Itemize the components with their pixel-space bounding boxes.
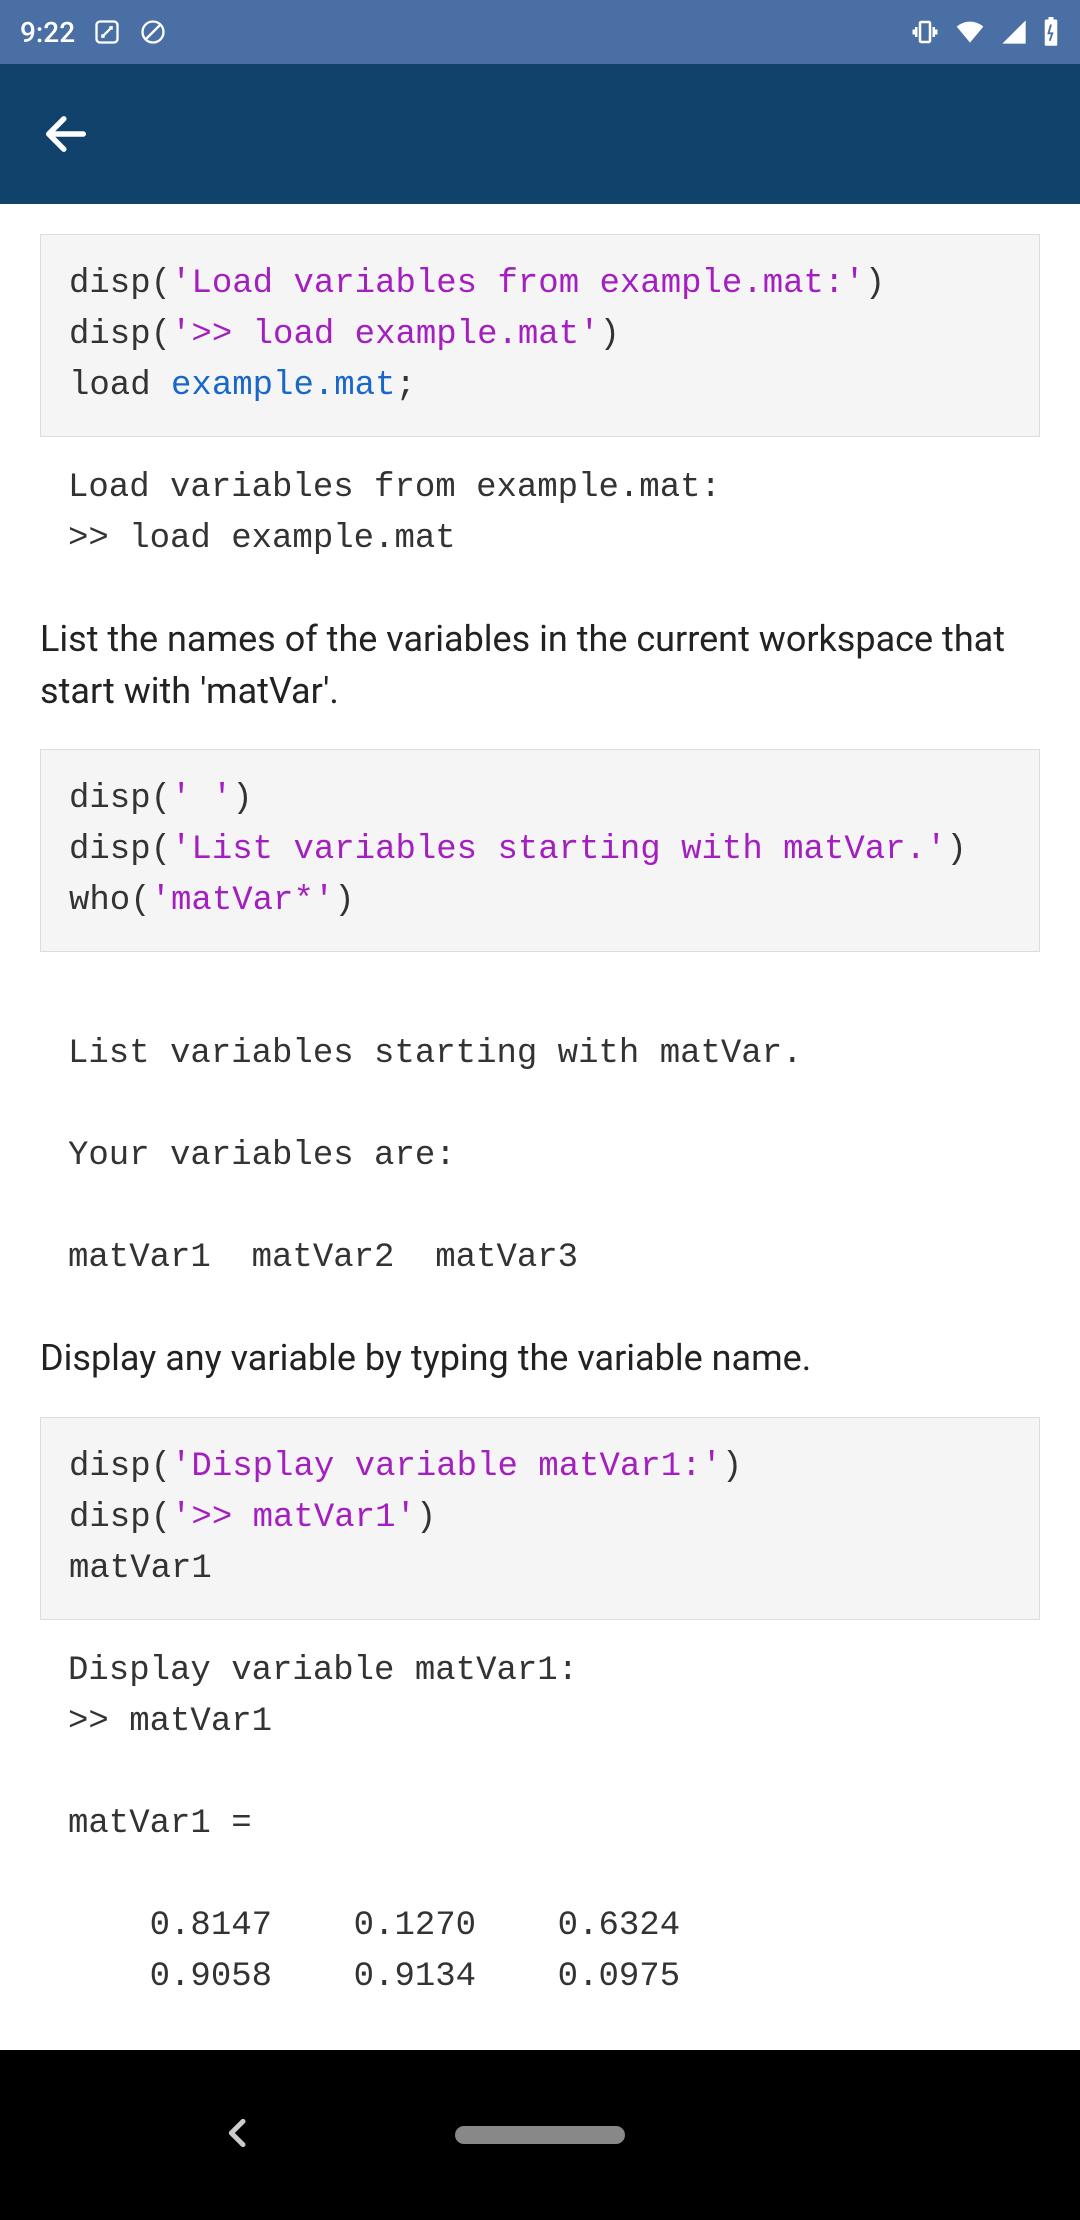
back-button[interactable] bbox=[30, 98, 102, 170]
vibrate-icon bbox=[910, 17, 940, 47]
status-bar: 9:22 bbox=[0, 0, 1080, 64]
cell-icon bbox=[1000, 18, 1028, 46]
arrow-left-icon bbox=[40, 108, 92, 160]
prose-1: List the names of the variables in the c… bbox=[40, 613, 1040, 717]
chevron-left-icon bbox=[218, 2113, 258, 2153]
system-nav-bar bbox=[0, 2050, 1080, 2220]
system-home-pill[interactable] bbox=[455, 2126, 625, 2144]
prose-2: Display any variable by typing the varia… bbox=[40, 1332, 1040, 1384]
content-scroll[interactable]: disp('Load variables from example.mat:')… bbox=[0, 204, 1080, 2050]
no-sign-icon bbox=[139, 18, 167, 46]
target-icon bbox=[93, 18, 121, 46]
output-block-3: Display variable matVar1: >> matVar1 mat… bbox=[40, 1642, 1040, 2007]
wifi-icon bbox=[954, 16, 986, 48]
code-block-3: disp('Display variable matVar1:') disp('… bbox=[40, 1417, 1040, 1620]
output-block-1: Load variables from example.mat: >> load… bbox=[40, 459, 1040, 569]
code-block-1: disp('Load variables from example.mat:')… bbox=[40, 234, 1040, 437]
status-time: 9:22 bbox=[20, 16, 75, 49]
system-back-button[interactable] bbox=[218, 2113, 258, 2157]
battery-charging-icon bbox=[1042, 17, 1060, 47]
code-block-2: disp(' ') disp('List variables starting … bbox=[40, 749, 1040, 952]
app-bar bbox=[0, 64, 1080, 204]
output-block-2: List variables starting with matVar. You… bbox=[40, 974, 1040, 1288]
